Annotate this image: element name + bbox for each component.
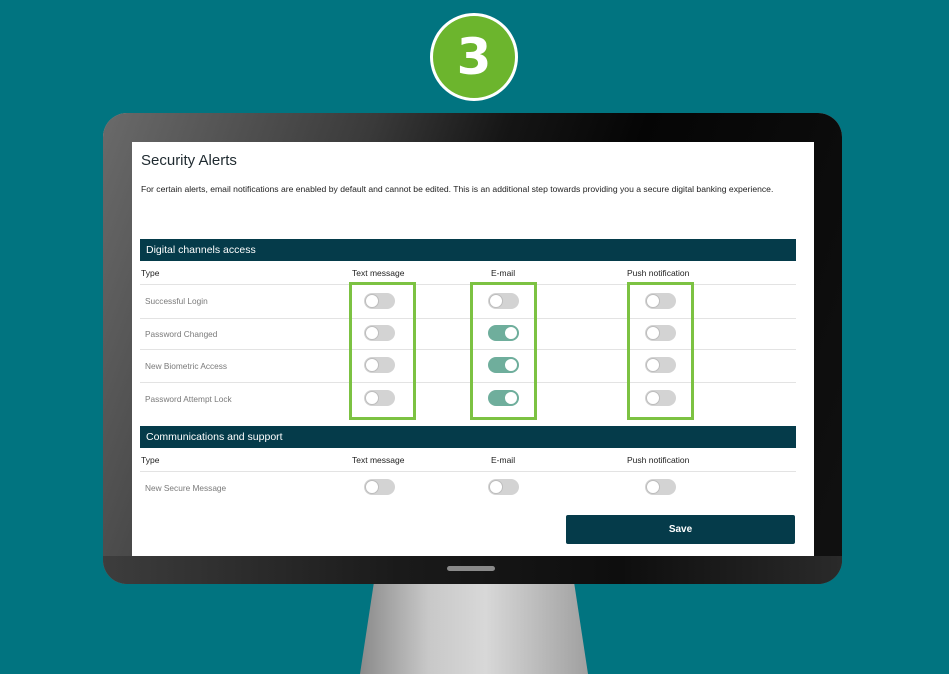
monitor-logo-slot <box>447 566 495 571</box>
column-header-push-notification: Push notification <box>627 268 690 278</box>
page-title: Security Alerts <box>141 152 237 169</box>
divider <box>140 471 796 472</box>
toggle-new-secure-message-text-message[interactable] <box>364 479 395 495</box>
toggle-new-secure-message-push-notification[interactable] <box>645 479 676 495</box>
divider <box>140 284 796 285</box>
section-header-communications-support: Communications and support <box>140 426 796 448</box>
monitor-screen: Security Alerts For certain alerts, emai… <box>132 142 814 556</box>
save-button[interactable]: Save <box>566 515 795 544</box>
section-header-digital-channels: Digital channels access <box>140 239 796 261</box>
row-label-successful-login: Successful Login <box>145 296 208 306</box>
column-header-text-message: Text message <box>352 455 405 465</box>
row-label-password-attempt-lock: Password Attempt Lock <box>145 394 232 404</box>
column-header-push-notification: Push notification <box>627 455 690 465</box>
column-header-text-message: Text message <box>352 268 405 278</box>
row-label-password-changed: Password Changed <box>145 329 218 339</box>
divider <box>140 349 796 350</box>
column-header-type: Type <box>141 268 160 278</box>
column-header-type: Type <box>141 455 160 465</box>
divider <box>140 318 796 319</box>
row-label-new-biometric-access: New Biometric Access <box>145 361 228 371</box>
row-label-new-secure-message: New Secure Message <box>145 483 227 493</box>
highlight-box-email-column <box>470 282 537 420</box>
highlight-box-push-notification-column <box>627 282 694 420</box>
column-header-email: E-mail <box>491 268 516 278</box>
column-header-email: E-mail <box>491 455 516 465</box>
highlight-box-text-message-column <box>349 282 416 420</box>
step-number-badge: 3 <box>430 13 518 101</box>
intro-text: For certain alerts, email notifications … <box>141 184 774 194</box>
divider <box>140 382 796 383</box>
monitor-stand <box>360 584 588 674</box>
toggle-new-secure-message-email[interactable] <box>488 479 519 495</box>
